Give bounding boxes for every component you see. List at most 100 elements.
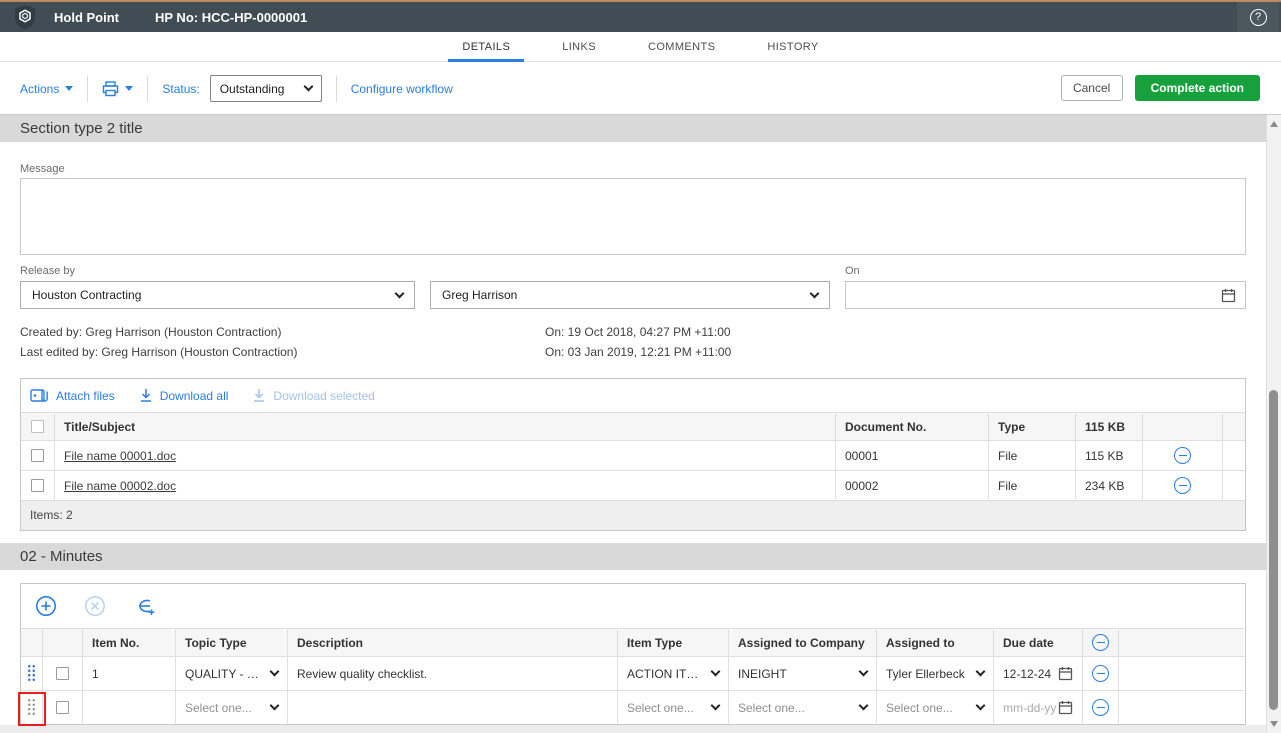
- assigned-company-select[interactable]: Select one...: [729, 690, 877, 724]
- add-row-button[interactable]: [35, 595, 57, 617]
- type-value: File: [989, 440, 1076, 470]
- status-select[interactable]: Outstanding: [210, 75, 322, 102]
- download-all-label: Download all: [160, 389, 229, 403]
- message-label: Message: [20, 163, 65, 175]
- release-by-label: Release by: [20, 265, 75, 277]
- vertical-scrollbar[interactable]: [1266, 115, 1281, 733]
- actions-menu-button[interactable]: Actions: [20, 82, 59, 96]
- chevron-down-icon: [810, 288, 820, 298]
- remove-row-icon[interactable]: [1092, 699, 1109, 716]
- col-assigned-company: Assigned to Company: [729, 628, 877, 656]
- remove-attachment-icon[interactable]: [1174, 477, 1191, 494]
- status-label: Status:: [162, 82, 199, 96]
- row-checkbox[interactable]: [56, 667, 69, 680]
- assigned-to-select[interactable]: Tyler Ellerbeck: [877, 656, 994, 690]
- due-date-input[interactable]: mm-dd-yy: [994, 690, 1083, 724]
- edited-on-text: On: 03 Jan 2019, 12:21 PM +11:00: [545, 345, 731, 359]
- created-by-text: Created by: Greg Harrison (Houston Contr…: [20, 325, 281, 339]
- col-topic-type: Topic Type: [176, 628, 288, 656]
- calendar-icon: [1058, 666, 1073, 681]
- circle-x-icon: [84, 595, 106, 617]
- topic-type-select[interactable]: Select one...: [176, 690, 288, 724]
- help-icon: ?: [1250, 9, 1267, 26]
- attachments-toolbar: Attach files Download all Download selec…: [21, 379, 1245, 412]
- remove-column-icon: [1092, 634, 1109, 651]
- file-link[interactable]: File name 00002.doc: [64, 479, 176, 493]
- tab-history[interactable]: HISTORY: [741, 32, 844, 62]
- details-content: Section type 2 title Message Release by …: [0, 115, 1266, 733]
- assigned-to-select[interactable]: Select one...: [877, 690, 994, 724]
- col-drag: [21, 628, 43, 656]
- attachment-row: File name 00002.doc 00002 File 234 KB: [21, 470, 1245, 500]
- help-button[interactable]: ?: [1237, 2, 1279, 32]
- cancel-button[interactable]: Cancel: [1061, 75, 1123, 101]
- printer-icon: [102, 81, 119, 97]
- row-checkbox[interactable]: [31, 449, 44, 462]
- description-value[interactable]: Review quality checklist.: [288, 656, 618, 690]
- item-no-value[interactable]: [83, 690, 176, 724]
- release-person-select[interactable]: Greg Harrison: [430, 281, 830, 309]
- assigned-company-select[interactable]: INEIGHT: [729, 656, 877, 690]
- release-person-value: Greg Harrison: [442, 288, 517, 302]
- message-textarea[interactable]: [20, 178, 1246, 255]
- file-link[interactable]: File name 00001.doc: [64, 449, 176, 463]
- col-due-date: Due date: [994, 628, 1083, 656]
- chevron-down-icon: [976, 701, 986, 711]
- col-description: Description: [288, 628, 618, 656]
- topic-type-select[interactable]: QUALITY - Quality: [176, 656, 288, 690]
- release-company-value: Houston Contracting: [32, 288, 141, 302]
- paperclip-file-icon: [30, 388, 49, 403]
- configure-workflow-link[interactable]: Configure workflow: [351, 82, 453, 96]
- release-company-select[interactable]: Houston Contracting: [20, 281, 415, 309]
- scrollbar-thumb[interactable]: [1269, 390, 1278, 710]
- drag-handle-icon[interactable]: [27, 698, 36, 717]
- created-on-text: On: 19 Oct 2018, 04:27 PM +11:00: [545, 325, 731, 339]
- print-button[interactable]: [102, 81, 119, 97]
- minutes-toolbar: [21, 584, 1245, 628]
- col-assigned-to: Assigned to: [877, 628, 994, 656]
- attach-files-button[interactable]: Attach files: [30, 388, 115, 403]
- download-icon: [139, 388, 153, 403]
- row-checkbox[interactable]: [56, 701, 69, 714]
- download-all-button[interactable]: Download all: [139, 388, 229, 403]
- minutes-panel: Item No. Topic Type Description Item Typ…: [20, 583, 1246, 725]
- row-checkbox[interactable]: [31, 479, 44, 492]
- chevron-down-icon: [711, 667, 721, 677]
- document-no-value: 00001: [836, 440, 989, 470]
- item-type-select[interactable]: Select one...: [618, 690, 729, 724]
- tab-links[interactable]: LINKS: [536, 32, 622, 62]
- complete-action-button[interactable]: Complete action: [1135, 75, 1260, 101]
- description-value[interactable]: [288, 690, 618, 724]
- scroll-down-icon[interactable]: [1270, 721, 1278, 727]
- col-remove: [1143, 412, 1223, 440]
- module-title: Hold Point: [54, 10, 119, 25]
- attach-files-label: Attach files: [56, 389, 115, 403]
- minutes-header-row: Item No. Topic Type Description Item Typ…: [21, 628, 1245, 656]
- section-header-type2: Section type 2 title: [0, 115, 1266, 142]
- tab-comments[interactable]: COMMENTS: [622, 32, 741, 62]
- item-type-select[interactable]: ACTION ITEM - Actio: [618, 656, 729, 690]
- select-all-checkbox[interactable]: [31, 420, 44, 433]
- toolbar-divider: [147, 76, 148, 102]
- calendar-icon: [1058, 700, 1073, 715]
- attachment-row: File name 00001.doc 00001 File 115 KB: [21, 440, 1245, 470]
- item-no-value: 1: [83, 656, 176, 690]
- chevron-down-icon: [711, 701, 721, 711]
- col-filler: [1119, 628, 1244, 656]
- link-plus-icon: [133, 595, 157, 617]
- drag-handle-icon[interactable]: [27, 664, 36, 683]
- minutes-row: 1 QUALITY - Quality Review quality check…: [21, 656, 1245, 690]
- chevron-down-icon: [270, 701, 280, 711]
- add-link-button[interactable]: [133, 595, 157, 617]
- record-number: HP No: HCC-HP-0000001: [155, 10, 307, 25]
- due-date-input[interactable]: 12-12-24: [994, 656, 1083, 690]
- remove-row-icon[interactable]: [1092, 665, 1109, 682]
- delete-row-button: [84, 595, 106, 617]
- remove-attachment-icon[interactable]: [1174, 447, 1191, 464]
- attachments-header-row: Title/Subject Document No. Type 115 KB: [21, 412, 1245, 440]
- tab-details[interactable]: DETAILS: [436, 32, 536, 62]
- chevron-down-icon: [976, 667, 986, 677]
- scroll-up-icon[interactable]: [1270, 121, 1278, 127]
- on-date-input[interactable]: [845, 281, 1246, 309]
- on-label: On: [845, 265, 860, 277]
